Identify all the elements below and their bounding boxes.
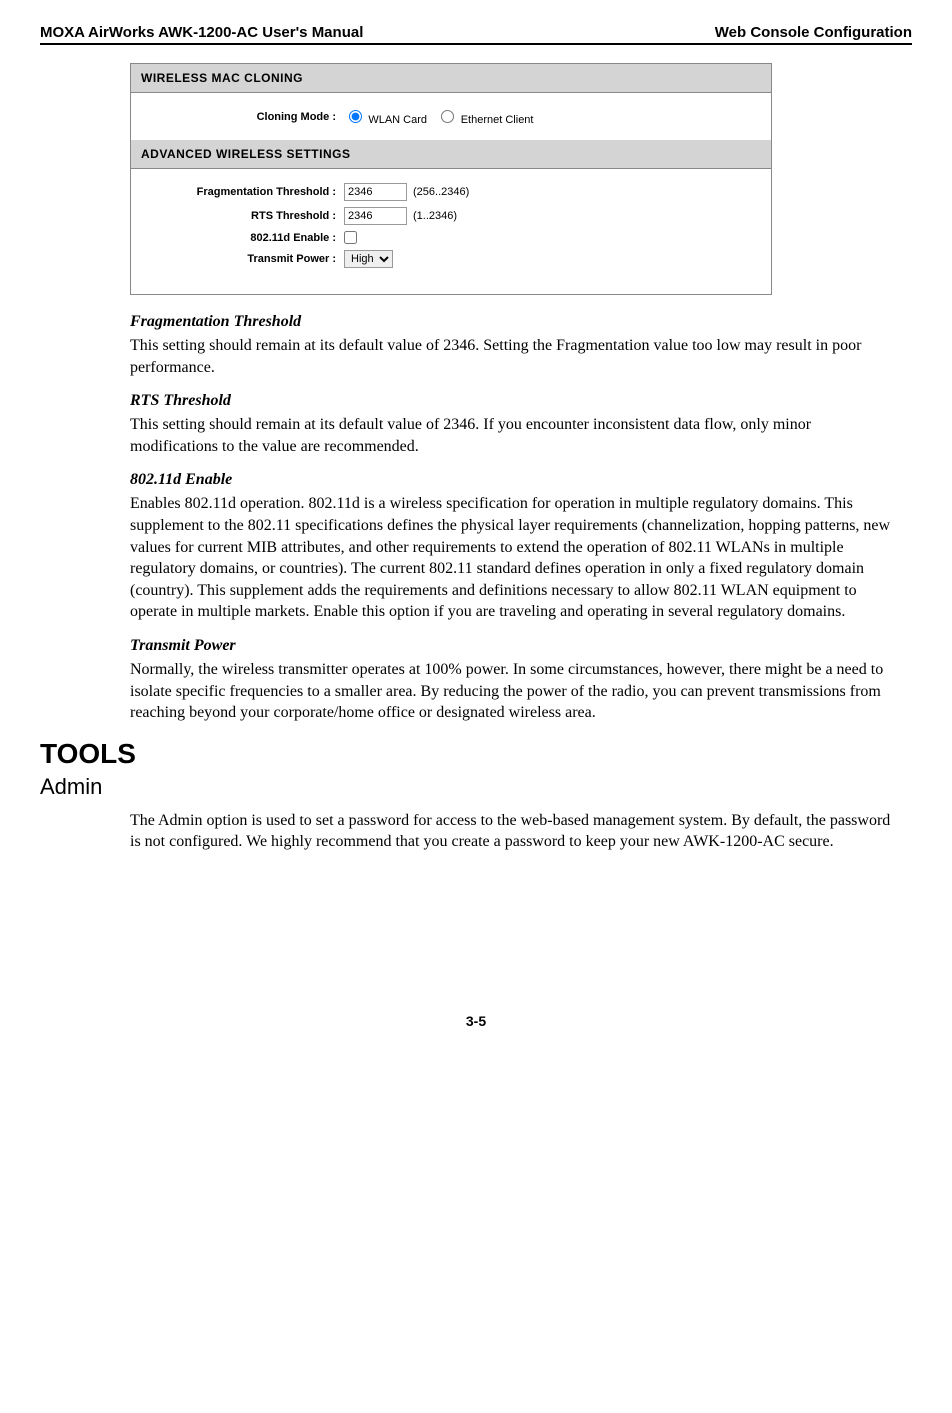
80211d-enable-checkbox[interactable] [344, 231, 357, 244]
section-bar-advanced: ADVANCED WIRELESS SETTINGS [131, 140, 771, 169]
admin-body: The Admin option is used to set a passwo… [130, 810, 892, 853]
tx-body: Normally, the wireless transmitter opera… [130, 659, 892, 724]
cloning-mode-radio-group: WLAN Card Ethernet Client [344, 107, 539, 126]
frag-body: This setting should remain at its defaul… [130, 335, 892, 378]
cloning-radio-ethernet-label: Ethernet Client [461, 114, 534, 126]
80211d-enable-label: 802.11d Enable : [151, 232, 344, 244]
frag-threshold-range: (256..2346) [413, 186, 469, 198]
rts-body: This setting should remain at its defaul… [130, 414, 892, 457]
cloning-radio-wlan-label: WLAN Card [368, 114, 427, 126]
frag-heading: Fragmentation Threshold [130, 313, 892, 331]
80211d-heading: 802.11d Enable [130, 471, 892, 489]
rts-threshold-label: RTS Threshold : [151, 210, 344, 222]
transmit-power-select[interactable]: High [344, 250, 393, 268]
rts-threshold-range: (1..2346) [413, 210, 457, 222]
frag-threshold-input[interactable] [344, 183, 407, 201]
frag-threshold-label: Fragmentation Threshold : [151, 186, 344, 198]
cloning-radio-wlan[interactable] [349, 110, 362, 123]
cloning-mode-label: Cloning Mode : [151, 111, 344, 123]
page-number: 3-5 [40, 1013, 912, 1029]
transmit-power-label: Transmit Power : [151, 253, 344, 265]
section-bar-mac-cloning: WIRELESS MAC CLONING [131, 64, 771, 93]
tools-heading: TOOLS [40, 738, 912, 770]
header-left: MOXA AirWorks AWK-1200-AC User's Manual [40, 24, 363, 41]
admin-content: The Admin option is used to set a passwo… [130, 810, 892, 853]
config-screenshot: WIRELESS MAC CLONING Cloning Mode : WLAN… [130, 63, 772, 295]
admin-heading: Admin [40, 774, 912, 800]
80211d-body: Enables 802.11d operation. 802.11d is a … [130, 493, 892, 623]
header-right: Web Console Configuration [715, 24, 912, 41]
cloning-radio-ethernet[interactable] [441, 110, 454, 123]
body-content: Fragmentation Threshold This setting sho… [130, 313, 892, 724]
page-header: MOXA AirWorks AWK-1200-AC User's Manual … [40, 24, 912, 45]
tx-heading: Transmit Power [130, 637, 892, 655]
rts-threshold-input[interactable] [344, 207, 407, 225]
rts-heading: RTS Threshold [130, 392, 892, 410]
